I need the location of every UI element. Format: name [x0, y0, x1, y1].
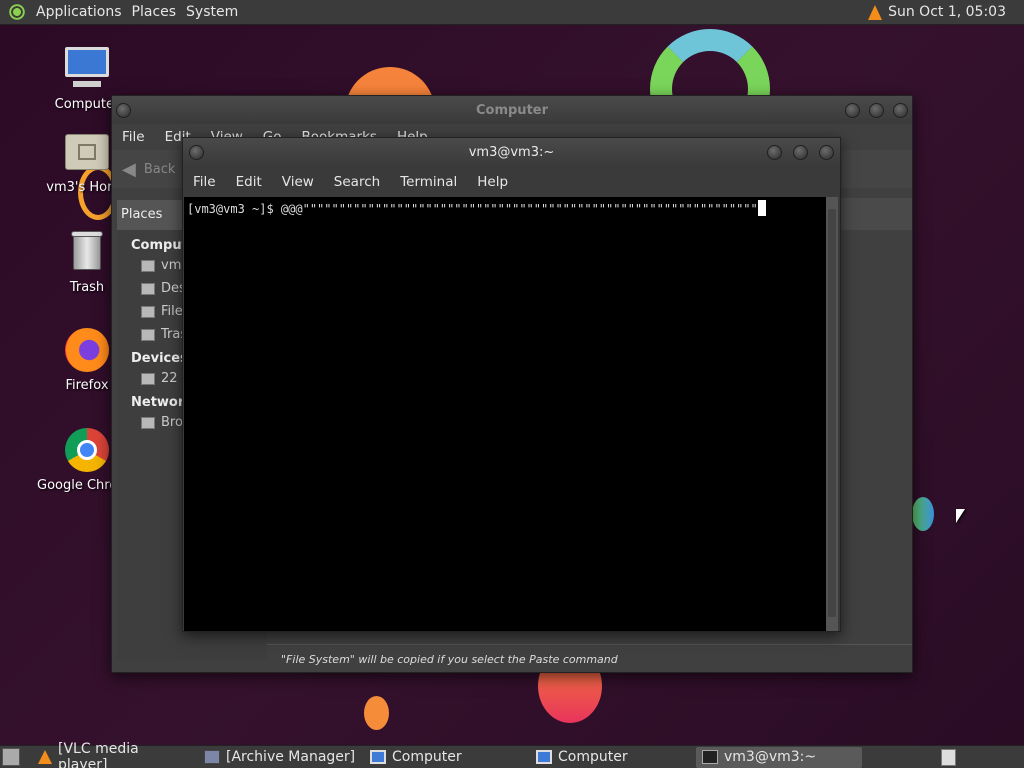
computer-icon	[63, 45, 111, 93]
task-computer-1[interactable]: Computer	[364, 747, 530, 768]
trash-icon	[63, 228, 111, 276]
prompt-line: [vm3@vm3 ~]$ @@@""""""""""""""""""""""""…	[187, 202, 758, 216]
terminal-output[interactable]: [vm3@vm3 ~]$ @@@""""""""""""""""""""""""…	[184, 197, 827, 631]
terminal-titlebar[interactable]: vm3@vm3:~	[183, 138, 840, 166]
text-cursor	[757, 200, 766, 216]
back-button[interactable]: Back	[144, 162, 176, 177]
back-arrow-icon[interactable]: ◀	[122, 159, 136, 180]
menu-search[interactable]: Search	[334, 174, 380, 190]
window-title: Computer	[475, 102, 549, 118]
task-label: [VLC media player]	[58, 741, 139, 768]
notification-area: Sun Oct 1, 05:03	[868, 4, 1006, 20]
menu-terminal[interactable]: Terminal	[400, 174, 457, 190]
home-folder-icon	[63, 128, 111, 176]
minimize-button[interactable]	[845, 103, 860, 118]
drive-icon	[141, 372, 155, 385]
applications-menu[interactable]: Applications	[36, 4, 122, 20]
terminal-window[interactable]: vm3@vm3:~ File Edit View Search Terminal…	[182, 137, 841, 632]
desktop-folder-icon	[141, 282, 155, 295]
terminal-scrollbar[interactable]	[826, 197, 838, 631]
workspace-switcher[interactable]	[941, 749, 956, 766]
status-bar: "File System" will be copied if you sele…	[267, 644, 912, 672]
maximize-button[interactable]	[869, 103, 884, 118]
window-title: vm3@vm3:~	[468, 144, 555, 160]
computer-icon	[536, 750, 552, 764]
task-vlc[interactable]: [VLC media player]	[32, 741, 198, 768]
task-archive-manager[interactable]: [Archive Manager]	[198, 747, 364, 768]
file-manager-titlebar[interactable]: Computer	[112, 96, 912, 124]
minimize-button[interactable]	[767, 145, 782, 160]
drive-icon	[141, 305, 155, 318]
wallpaper-green-drop	[912, 497, 934, 531]
vlc-tray-icon[interactable]	[868, 4, 883, 20]
window-menu-button[interactable]	[189, 145, 204, 160]
maximize-button[interactable]	[793, 145, 808, 160]
show-desktop-icon[interactable]	[2, 748, 20, 766]
terminal-menubar: File Edit View Search Terminal Help	[183, 166, 840, 197]
task-terminal[interactable]: vm3@vm3:~	[696, 746, 862, 768]
task-label: vm3@vm3:~	[724, 749, 817, 765]
scrollbar-thumb[interactable]	[828, 209, 836, 617]
chrome-icon	[63, 426, 111, 474]
clock[interactable]: Sun Oct 1, 05:03	[888, 4, 1006, 20]
computer-icon	[370, 750, 386, 764]
task-label: Computer	[558, 749, 628, 765]
terminal-icon	[702, 750, 718, 764]
vlc-icon	[38, 750, 52, 764]
mouse-pointer-icon	[956, 509, 965, 523]
task-computer-2[interactable]: Computer	[530, 747, 696, 768]
bottom-panel: [VLC media player] [Archive Manager] Com…	[0, 741, 1024, 768]
trash-icon	[141, 328, 155, 341]
distro-logo-icon[interactable]	[8, 3, 26, 21]
window-menu-button[interactable]	[116, 103, 131, 118]
places-menu[interactable]: Places	[132, 4, 177, 20]
task-label: [Archive Manager]	[226, 749, 356, 765]
home-icon	[141, 259, 155, 272]
menu-view[interactable]: View	[282, 174, 314, 190]
network-icon	[141, 416, 155, 429]
close-button[interactable]	[819, 145, 834, 160]
task-label: Computer	[392, 749, 462, 765]
menu-file[interactable]: File	[122, 129, 145, 145]
menu-file[interactable]: File	[193, 174, 216, 190]
archive-icon	[204, 750, 220, 764]
menu-edit[interactable]: Edit	[236, 174, 262, 190]
firefox-icon	[63, 326, 111, 374]
system-menu[interactable]: System	[186, 4, 238, 20]
top-panel: Applications Places System Sun Oct 1, 05…	[0, 0, 1024, 25]
close-button[interactable]	[893, 103, 908, 118]
menu-help[interactable]: Help	[477, 174, 508, 190]
wallpaper-orange-drop	[364, 696, 389, 730]
